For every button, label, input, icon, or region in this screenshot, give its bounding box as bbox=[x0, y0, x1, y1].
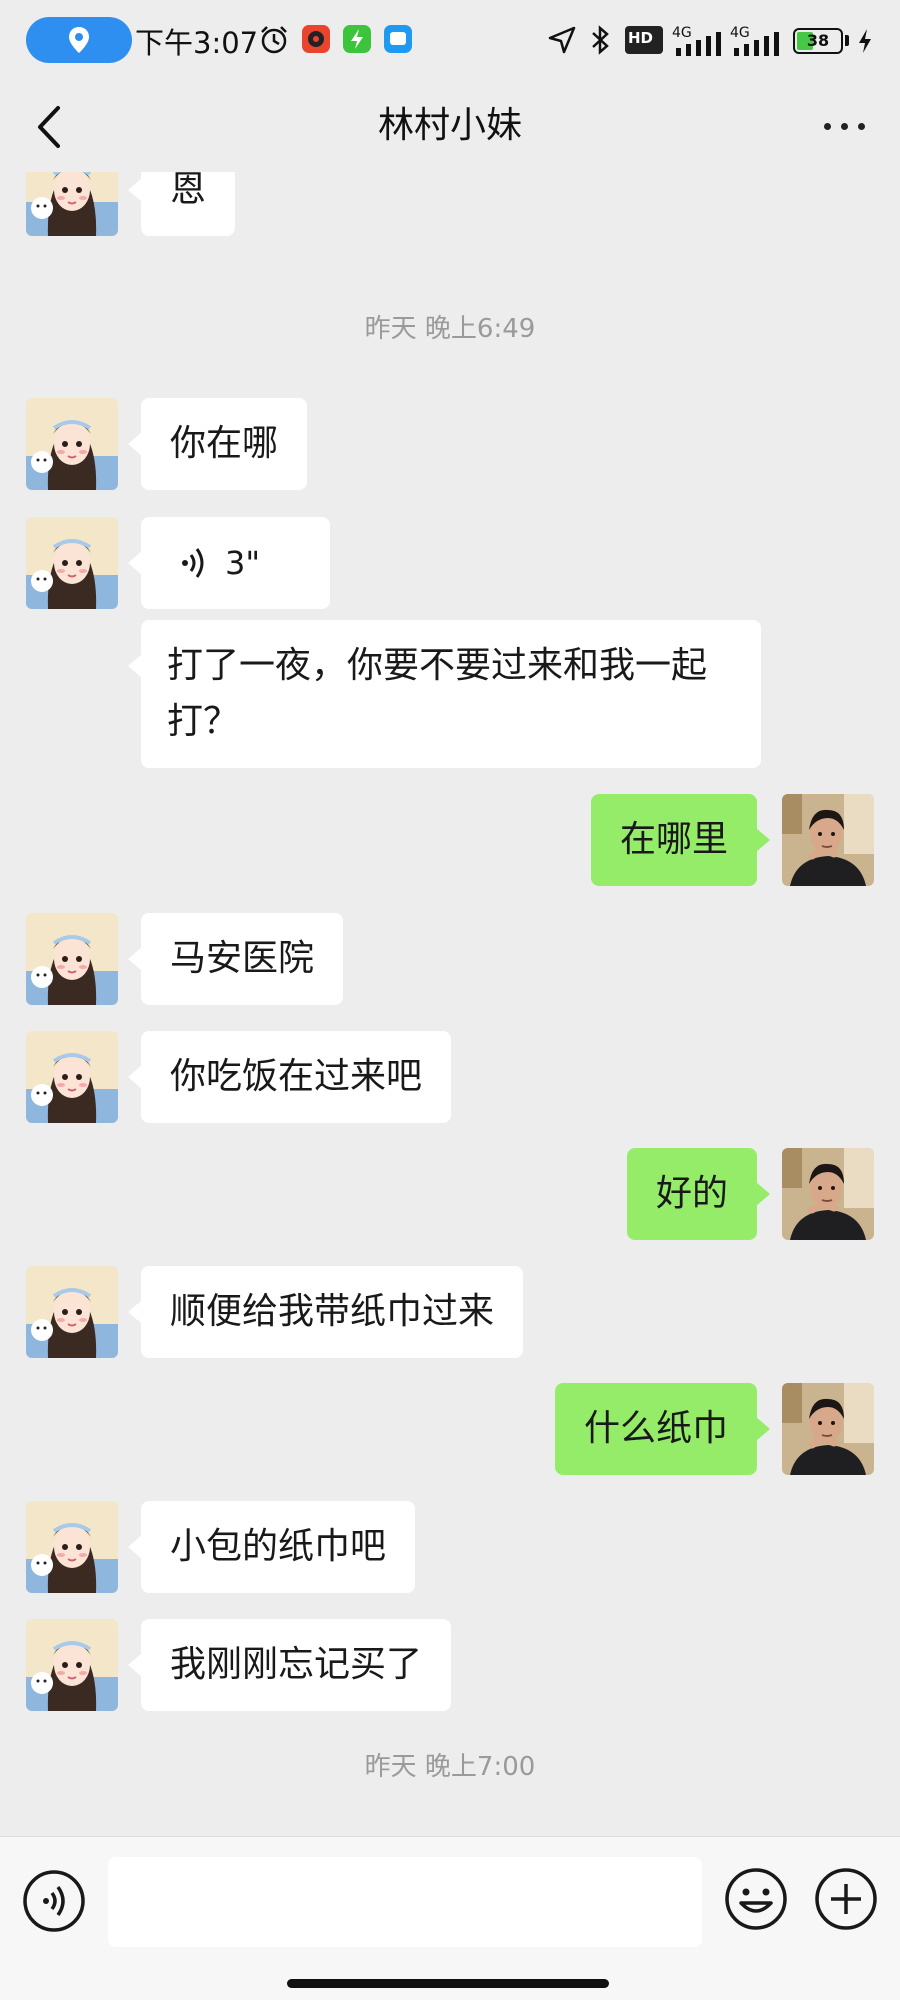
battery-indicator: 38 bbox=[793, 28, 843, 54]
voice-wave-icon bbox=[182, 548, 204, 578]
signal-bars-icon bbox=[676, 32, 721, 56]
message-bubble[interactable]: 恩 bbox=[127, 172, 236, 236]
contact-avatar[interactable] bbox=[26, 1031, 118, 1123]
message-bubble[interactable]: 小包的纸巾吧 bbox=[127, 1501, 416, 1593]
message-bubble[interactable]: 你吃饭在过来吧 bbox=[127, 1031, 452, 1123]
message-bubble[interactable]: 马安医院 bbox=[127, 913, 344, 1005]
message-bubble-outgoing[interactable]: 在哪里 bbox=[590, 794, 771, 886]
message-bubble[interactable]: 你在哪 bbox=[127, 398, 308, 490]
message-app-icon bbox=[384, 25, 412, 53]
charging-bolt-icon bbox=[859, 29, 871, 53]
user-avatar[interactable] bbox=[782, 1383, 874, 1475]
message-bubble[interactable]: 我刚刚忘记买了 bbox=[127, 1619, 452, 1711]
voice-input-button[interactable] bbox=[22, 1869, 86, 1933]
contact-avatar[interactable] bbox=[26, 172, 118, 236]
battery-level: 38 bbox=[806, 31, 830, 50]
contact-avatar[interactable] bbox=[26, 1619, 118, 1711]
voice-input-icon bbox=[23, 1870, 85, 1932]
music-app-icon bbox=[302, 25, 330, 53]
home-indicator[interactable] bbox=[287, 1979, 609, 1988]
signal-1: 4G bbox=[672, 22, 732, 58]
chat-title: 林村小妹 bbox=[377, 105, 522, 146]
contact-avatar[interactable] bbox=[26, 1501, 118, 1593]
message-input[interactable] bbox=[108, 1857, 702, 1947]
alarm-icon bbox=[261, 26, 287, 54]
chat-messages[interactable]: 恩 昨天 晚上6:49 你在哪 3" 打了一夜，你要不要过来和我一起打？ 在哪里… bbox=[0, 172, 900, 1836]
voice-message-bubble[interactable]: 3" bbox=[128, 517, 330, 609]
contact-avatar[interactable] bbox=[26, 517, 118, 609]
contact-avatar[interactable] bbox=[26, 398, 118, 490]
more-options-button[interactable] bbox=[820, 108, 870, 148]
bluetooth-icon bbox=[592, 25, 609, 55]
location-pin-icon bbox=[69, 27, 89, 53]
message-timestamp: 昨天 晚上6:49 bbox=[364, 314, 536, 344]
user-avatar[interactable] bbox=[782, 1148, 874, 1240]
voice-duration: 3" bbox=[225, 544, 261, 582]
signal-bars-icon bbox=[734, 32, 779, 56]
input-bar bbox=[0, 1836, 900, 2000]
signal-2: 4G bbox=[730, 22, 790, 58]
battery-tip bbox=[845, 35, 849, 46]
user-avatar[interactable] bbox=[782, 794, 874, 886]
more-dots-icon bbox=[824, 123, 831, 130]
message-bubble[interactable]: 打了一夜，你要不要过来和我一起打？ bbox=[128, 620, 761, 768]
navigation-arrow-icon bbox=[548, 26, 576, 54]
hd-badge: HD bbox=[625, 26, 663, 54]
message-bubble-outgoing[interactable]: 什么纸巾 bbox=[554, 1383, 771, 1475]
message-timestamp: 昨天 晚上7:00 bbox=[364, 1752, 536, 1782]
location-pill[interactable] bbox=[26, 17, 132, 63]
emoji-icon bbox=[725, 1868, 787, 1930]
contact-avatar[interactable] bbox=[26, 913, 118, 1005]
status-bar: 下午3:07 HD 4G 4G 38 bbox=[0, 0, 900, 82]
contact-avatar[interactable] bbox=[26, 1266, 118, 1358]
more-functions-button[interactable] bbox=[814, 1867, 878, 1931]
message-bubble-outgoing[interactable]: 好的 bbox=[626, 1148, 771, 1240]
charge-app-icon bbox=[343, 25, 371, 53]
chat-header: 林村小妹 bbox=[0, 82, 900, 172]
plus-icon bbox=[815, 1868, 877, 1930]
message-bubble[interactable]: 顺便给我带纸巾过来 bbox=[127, 1266, 524, 1358]
status-time: 下午3:07 bbox=[135, 26, 259, 60]
emoji-button[interactable] bbox=[724, 1867, 788, 1931]
